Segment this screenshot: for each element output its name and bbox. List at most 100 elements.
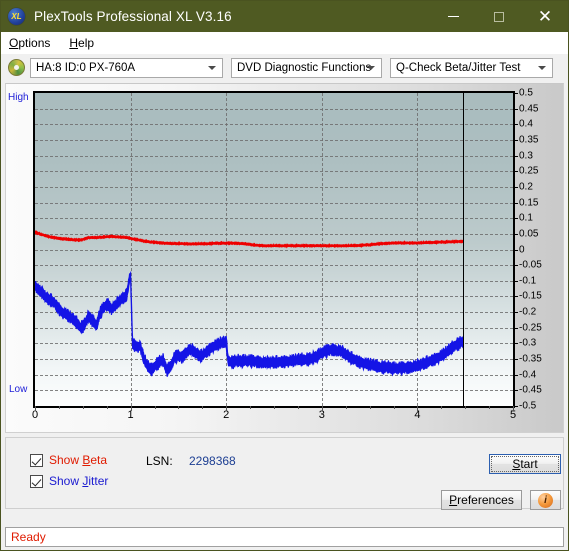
y-axis-tick-mark xyxy=(513,374,518,376)
y-axis-tick-mark xyxy=(513,327,518,329)
x-axis-minor-tick xyxy=(441,406,443,409)
x-axis-minor-tick xyxy=(106,406,108,409)
chevron-down-icon xyxy=(208,65,216,70)
x-axis-minor-tick xyxy=(178,406,180,409)
y-axis-tick-mark xyxy=(513,249,518,251)
y-axis-tick-label: -0.1 xyxy=(519,275,537,287)
y-axis-tick-label: -0.5 xyxy=(519,400,537,412)
y-axis-tick-label: -0.05 xyxy=(519,259,542,271)
disc-icon xyxy=(8,59,25,76)
maximize-icon xyxy=(494,11,504,22)
y-axis-tick-label: 0.3 xyxy=(519,150,533,162)
menu-item-help-rest: elp xyxy=(78,35,95,50)
y-axis-tick-mark xyxy=(513,202,518,204)
y-axis-tick-mark xyxy=(513,218,518,220)
x-axis-tick-mark xyxy=(35,406,36,411)
y-axis-tick-label: -0.35 xyxy=(519,353,542,365)
start-button[interactable]: Start xyxy=(489,454,561,474)
show-beta-checkbox[interactable]: Show Beta xyxy=(30,453,107,467)
function-select-value: DVD Diagnostic Functions xyxy=(237,61,372,74)
x-axis-tick-mark xyxy=(417,406,419,411)
chart-background: High Low 0.5 0.45 0.4 0.35 0.3 0.25 0.2 0.15 0.1… xyxy=(6,84,563,432)
window-title: PlexTools Professional XL V3.16 xyxy=(34,9,232,24)
y-axis-tick-mark xyxy=(513,312,518,314)
axis-high-label: High xyxy=(8,92,29,103)
menu-item-options[interactable]: Options xyxy=(6,34,58,52)
title-bar: XL PlexTools Professional XL V3.16 ✕ xyxy=(1,1,568,32)
app-logo-icon: XL xyxy=(8,8,25,25)
drive-select[interactable]: HA:8 ID:0 PX-760A xyxy=(30,57,223,78)
x-axis-minor-tick xyxy=(58,406,60,409)
x-axis-tick-mark xyxy=(130,406,132,411)
x-axis-minor-tick xyxy=(154,406,156,409)
cursor-line[interactable] xyxy=(463,93,465,406)
y-axis-tick-label: 0.4 xyxy=(519,118,533,130)
y-axis-tick-label: 0.5 xyxy=(519,87,533,99)
menu-item-help[interactable]: Help xyxy=(66,34,102,52)
status-text: Ready xyxy=(11,530,46,544)
test-select[interactable]: Q-Check Beta/Jitter Test xyxy=(390,57,553,78)
axis-low-label: Low xyxy=(9,384,28,395)
y-axis-tick-mark xyxy=(513,124,518,126)
y-axis-tick-label: 0.05 xyxy=(519,228,539,240)
y-axis-tick-mark xyxy=(513,390,518,392)
y-axis-tick-mark xyxy=(513,296,518,298)
close-button[interactable]: ✕ xyxy=(522,1,568,32)
y-axis-tick-label: -0.25 xyxy=(519,322,542,334)
window-controls: ✕ xyxy=(430,1,568,32)
x-axis-minor-tick xyxy=(202,406,204,409)
x-axis-minor-tick xyxy=(489,406,491,409)
x-axis-minor-tick xyxy=(465,406,467,409)
lsn-value: 2298368 xyxy=(189,454,236,468)
x-axis-minor-tick xyxy=(250,406,252,409)
x-axis-tick-mark xyxy=(226,406,228,411)
y-axis-tick-label: 0.35 xyxy=(519,134,539,146)
y-axis-tick-label: 0.25 xyxy=(519,165,539,177)
series-jitter xyxy=(35,270,464,377)
menu-bar: Options Help xyxy=(1,32,568,54)
y-axis-tick-label: -0.2 xyxy=(519,306,537,318)
y-axis-tick-mark xyxy=(513,359,518,361)
show-beta-label: Show Beta xyxy=(49,453,108,467)
y-axis-tick-mark xyxy=(513,139,518,141)
info-icon: i xyxy=(538,492,553,508)
y-axis-tick-label: -0.15 xyxy=(519,290,542,302)
function-select[interactable]: DVD Diagnostic Functions xyxy=(231,57,382,78)
checkmark-icon xyxy=(30,474,43,488)
y-axis-tick-mark xyxy=(513,171,518,173)
toolbar: HA:8 ID:0 PX-760A DVD Diagnostic Functio… xyxy=(1,54,568,81)
y-axis-tick-label: 0 xyxy=(519,244,525,255)
y-axis-tick-mark xyxy=(513,265,518,267)
show-jitter-checkbox[interactable]: Show Jitter xyxy=(30,474,108,488)
maximize-button[interactable] xyxy=(476,1,522,32)
y-axis-tick-label: -0.3 xyxy=(519,337,537,349)
y-axis-tick-mark xyxy=(513,233,518,235)
x-axis-minor-tick xyxy=(274,406,275,409)
y-axis-tick-mark xyxy=(513,186,518,188)
x-axis-minor-tick xyxy=(393,406,395,409)
info-button[interactable]: i xyxy=(530,490,561,510)
preferences-button[interactable]: Preferences xyxy=(441,490,522,510)
y-axis-tick-label: 0.45 xyxy=(519,103,539,115)
x-axis-minor-tick xyxy=(369,406,371,409)
drive-select-value: HA:8 ID:0 PX-760A xyxy=(36,61,136,74)
test-select-value: Q-Check Beta/Jitter Test xyxy=(396,61,521,74)
chevron-down-icon xyxy=(538,65,546,70)
preferences-button-label: Preferences xyxy=(449,493,514,507)
y-axis-tick-mark xyxy=(513,343,518,345)
show-jitter-label: Show Jitter xyxy=(49,474,109,488)
start-button-label: Start xyxy=(512,457,538,471)
chart-panel: High Low 0.5 0.45 0.4 0.35 0.3 0.25 0.2 0.15 0.1… xyxy=(5,83,564,433)
y-axis-tick-mark xyxy=(513,93,518,94)
x-axis-tick-mark xyxy=(513,406,514,411)
y-axis-tick-label: -0.4 xyxy=(519,369,537,381)
x-axis-minor-tick xyxy=(345,406,347,409)
plot-area[interactable] xyxy=(33,91,515,408)
y-axis-tick-label: -0.45 xyxy=(519,384,542,396)
y-axis-tick-mark xyxy=(513,280,518,282)
lsn-label: LSN: xyxy=(146,454,173,468)
controls-panel: Show Beta Show Jitter LSN: 2298368 Start… xyxy=(5,437,564,510)
minimize-button[interactable] xyxy=(430,1,476,32)
application-window: XL PlexTools Professional XL V3.16 ✕ Opt… xyxy=(0,0,569,551)
y-axis-tick-label: 0.15 xyxy=(519,197,539,209)
